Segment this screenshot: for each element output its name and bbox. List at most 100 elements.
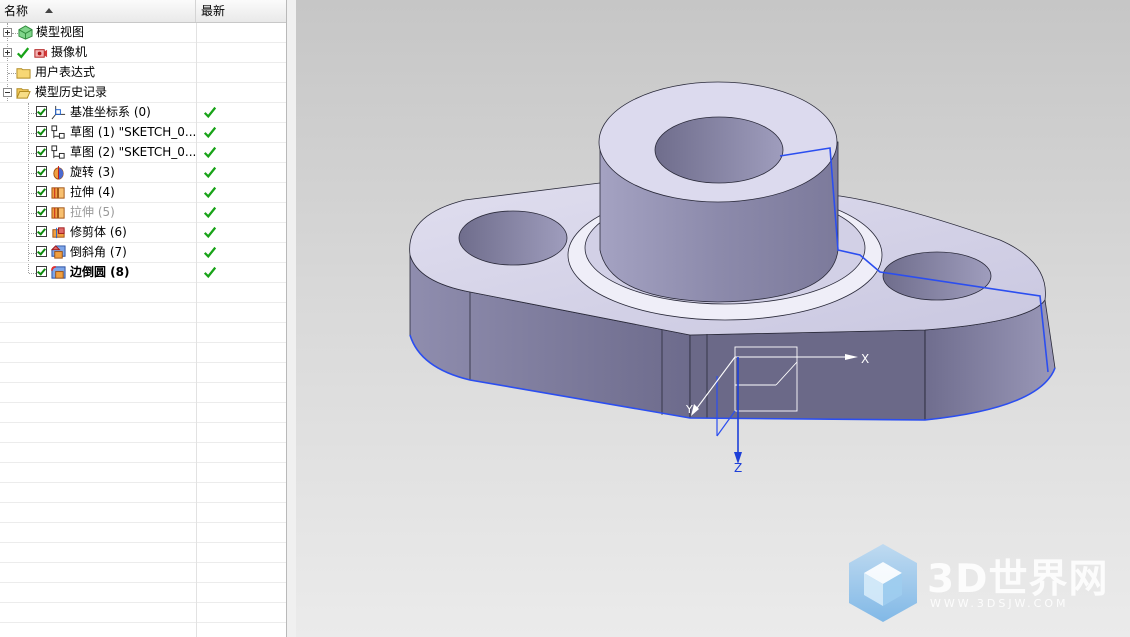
watermark-logo-icon: [849, 544, 917, 622]
feature-checkbox[interactable]: [36, 186, 47, 197]
expand-icon[interactable]: [3, 48, 12, 57]
tree-connector: [29, 153, 36, 154]
column-divider: [196, 303, 197, 323]
feature-checkbox[interactable]: [36, 106, 47, 117]
empty-row: [0, 383, 286, 403]
tree-node-label: 拉伸 (4): [70, 185, 115, 199]
feature-edge-blend-8[interactable]: 边倒圆 (8): [0, 263, 286, 283]
empty-row: [0, 343, 286, 363]
feature-checkbox[interactable]: [36, 166, 47, 177]
tree-connector: [29, 173, 36, 174]
graphics-viewport[interactable]: X Y Z 3D世界网 WWW.3DSJW.COM: [296, 0, 1130, 637]
up-to-date-check-icon: [203, 126, 217, 139]
empty-row: [0, 543, 286, 563]
mounting-hole-right: [882, 251, 992, 301]
empty-row: [0, 583, 286, 603]
tree-node-label: 模型历史记录: [35, 85, 108, 99]
column-header-name-label: 名称: [4, 4, 29, 18]
feature-extrude-4[interactable]: 拉伸 (4): [0, 183, 286, 203]
feature-revolve-3[interactable]: 旋转 (3): [0, 163, 286, 183]
tree-node-label: 修剪体 (6): [70, 225, 127, 239]
tree-connector: [29, 233, 36, 234]
tree-node-label: 边倒圆 (8): [70, 265, 130, 279]
tree-connector: [29, 193, 36, 194]
up-to-date-check-icon: [203, 166, 217, 179]
feature-extrude-5[interactable]: 拉伸 (5): [0, 203, 286, 223]
feature-trim-body-6[interactable]: 修剪体 (6): [0, 223, 286, 243]
feature-checkbox[interactable]: [36, 246, 47, 257]
column-divider: [196, 563, 197, 583]
empty-row: [0, 463, 286, 483]
expand-icon[interactable]: [3, 28, 12, 37]
empty-row: [0, 283, 286, 303]
empty-row: [0, 363, 286, 383]
folder-icon: [16, 68, 31, 79]
tree-node-label: 草图 (1) "SKETCH_0...: [70, 125, 197, 139]
mounting-hole-left: [458, 210, 568, 266]
tree-node-cameras[interactable]: 摄像机: [0, 43, 286, 63]
up-to-date-check-icon: [203, 106, 217, 119]
column-divider: [196, 423, 197, 443]
column-divider: [196, 343, 197, 363]
empty-row: [0, 603, 286, 623]
column-divider: [196, 63, 197, 83]
tree-connector: [29, 113, 36, 114]
tree-node-model-history[interactable]: 模型历史记录: [0, 83, 286, 103]
column-header-latest[interactable]: 最新: [197, 0, 286, 22]
tree-node-user-expressions[interactable]: 用户表达式: [0, 63, 286, 83]
column-divider: [196, 403, 197, 423]
feature-datum-csys[interactable]: 基准坐标系 (0): [0, 103, 286, 123]
extrude-icon: [51, 207, 65, 219]
sketch-icon: [51, 145, 65, 159]
column-divider: [196, 163, 197, 183]
checkmark-icon: [16, 47, 30, 59]
tree-node-label: 用户表达式: [35, 65, 96, 79]
feature-checkbox[interactable]: [36, 226, 47, 237]
feature-checkbox[interactable]: [36, 206, 47, 217]
collapse-icon[interactable]: [3, 88, 12, 97]
empty-row: [0, 623, 286, 637]
model-views-icon: [18, 25, 33, 40]
up-to-date-check-icon: [203, 246, 217, 259]
tree-node-label: 拉伸 (5): [70, 205, 115, 219]
empty-row: [0, 423, 286, 443]
column-divider: [196, 103, 197, 123]
model-3d-view[interactable]: [296, 0, 1130, 637]
column-divider: [196, 443, 197, 463]
feature-sketch-2[interactable]: 草图 (2) "SKETCH_0...: [0, 143, 286, 163]
datum-csys-icon: [51, 105, 66, 120]
feature-sketch-1[interactable]: 草图 (1) "SKETCH_0...: [0, 123, 286, 143]
column-divider: [196, 583, 197, 603]
up-to-date-check-icon: [203, 206, 217, 219]
column-divider: [196, 143, 197, 163]
tree-connector: [29, 273, 36, 274]
column-divider: [196, 383, 197, 403]
tree-connector: [8, 73, 16, 74]
column-header-latest-label: 最新: [201, 4, 226, 18]
up-to-date-check-icon: [203, 266, 217, 279]
column-divider: [196, 503, 197, 523]
sketch-icon: [51, 125, 65, 139]
column-header-name[interactable]: 名称: [0, 0, 196, 22]
column-divider: [196, 123, 197, 143]
empty-row: [0, 503, 286, 523]
column-divider: [196, 203, 197, 223]
camera-icon: [34, 49, 48, 58]
feature-checkbox[interactable]: [36, 146, 47, 157]
feature-checkbox[interactable]: [36, 266, 47, 277]
column-divider: [196, 363, 197, 383]
watermark-title: 3D世界网: [927, 557, 1109, 602]
navigator-header: 名称 最新: [0, 0, 286, 23]
tree-node-model-views[interactable]: 模型视图: [0, 23, 286, 43]
feature-checkbox[interactable]: [36, 126, 47, 137]
column-divider: [196, 463, 197, 483]
empty-row: [0, 403, 286, 423]
watermark-url: WWW.3DSJW.COM: [930, 597, 1069, 610]
column-divider: [196, 223, 197, 243]
column-divider: [196, 23, 197, 43]
chamfer-icon: [51, 245, 66, 259]
column-divider: [196, 283, 197, 303]
tree-node-label: 模型视图: [36, 25, 85, 39]
feature-chamfer-7[interactable]: 倒斜角 (7): [0, 243, 286, 263]
up-to-date-check-icon: [203, 186, 217, 199]
